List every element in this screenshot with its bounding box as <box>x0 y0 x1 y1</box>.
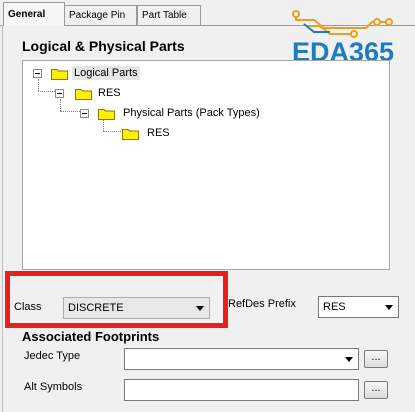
tree-node-label: Physical Parts (Pack Types) <box>123 107 260 119</box>
tree-node-physical-parts[interactable]: Physical Parts (Pack Types) <box>23 105 323 123</box>
refdes-value: RES <box>323 301 346 313</box>
alt-symbols-browse-button[interactable]: ... <box>364 381 388 399</box>
tree-node-label: RES <box>147 127 170 139</box>
tab-package-pin-label: Package Pin <box>69 10 126 21</box>
tree-node-label: RES <box>98 87 121 99</box>
tab-part-table[interactable]: Part Table <box>137 5 201 25</box>
panel-border <box>2 25 3 412</box>
jedec-type-dropdown[interactable] <box>124 348 359 370</box>
refdes-label: RefDes Prefix <box>228 298 296 310</box>
parts-tree[interactable]: Logical Parts RES Physical Parts (Pack T… <box>22 60 390 270</box>
tree-node-res-physical[interactable]: RES <box>23 125 223 143</box>
collapse-icon[interactable] <box>33 69 42 78</box>
alt-symbols-field[interactable] <box>124 379 359 401</box>
browse-button-label: ... <box>371 351 381 363</box>
tab-part-table-label: Part Table <box>142 10 187 21</box>
tree-node-res-logical[interactable]: RES <box>23 85 223 103</box>
folder-icon <box>75 89 92 100</box>
collapse-icon[interactable] <box>80 109 89 118</box>
class-dropdown[interactable]: DISCRETE <box>63 297 210 319</box>
tab-package-pin[interactable]: Package Pin <box>64 5 137 25</box>
circuit-trace-icon <box>292 10 393 38</box>
footprints-group-title: Associated Footprints <box>22 329 160 344</box>
class-label: Class <box>14 301 42 313</box>
parts-group-title: Logical & Physical Parts <box>22 38 185 54</box>
chevron-down-icon <box>385 305 393 310</box>
tree-node-label: Logical Parts <box>72 66 140 80</box>
tab-general-label: General <box>8 9 46 20</box>
refdes-prefix-dropdown[interactable]: RES <box>318 296 399 318</box>
browse-button-label: ... <box>371 382 381 394</box>
folder-icon <box>98 109 115 120</box>
jedec-browse-button[interactable]: ... <box>364 350 388 368</box>
collapse-icon[interactable] <box>55 89 64 98</box>
tab-general[interactable]: General <box>3 2 65 26</box>
chevron-down-icon <box>196 306 204 311</box>
class-value: DISCRETE <box>68 302 124 314</box>
tree-node-logical-parts[interactable]: Logical Parts <box>23 65 223 83</box>
folder-icon <box>122 129 139 140</box>
jedec-type-label: Jedec Type <box>24 350 81 362</box>
folder-icon <box>51 69 68 80</box>
chevron-down-icon <box>345 357 353 362</box>
alt-symbols-label: Alt Symbols <box>24 381 83 393</box>
